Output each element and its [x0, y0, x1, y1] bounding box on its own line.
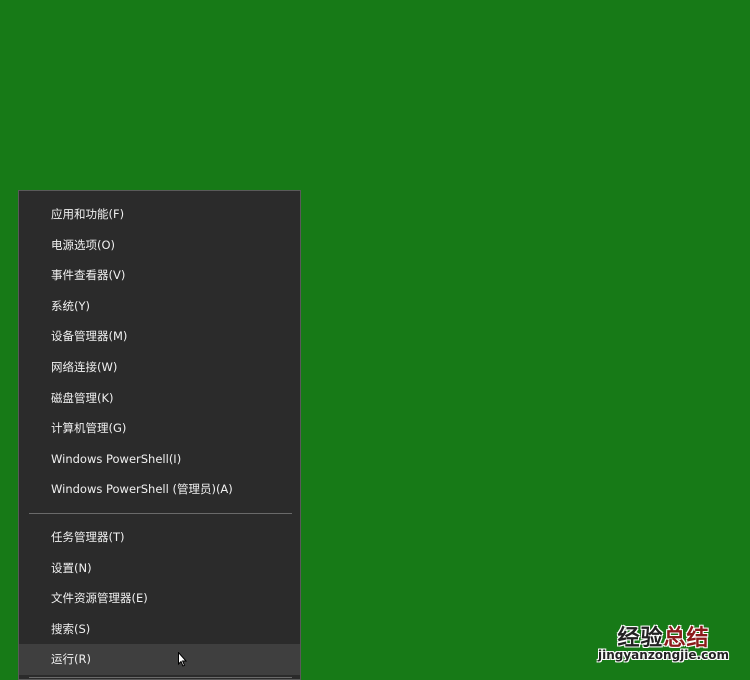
menu-item-settings[interactable]: 设置(N): [19, 553, 300, 584]
mouse-cursor-icon: [178, 652, 188, 667]
menu-item-search[interactable]: 搜索(S): [19, 614, 300, 645]
menu-item-apps-features[interactable]: 应用和功能(F): [19, 199, 300, 230]
menu-item-task-manager[interactable]: 任务管理器(T): [19, 522, 300, 553]
menu-item-file-explorer[interactable]: 文件资源管理器(E): [19, 583, 300, 614]
menu-item-system[interactable]: 系统(Y): [19, 291, 300, 322]
menu-separator: [29, 512, 292, 514]
menu-separator: [29, 676, 292, 678]
menu-item-powershell[interactable]: Windows PowerShell(I): [19, 444, 300, 475]
menu-item-run[interactable]: 运行(R): [19, 644, 300, 675]
menu-item-computer-management[interactable]: 计算机管理(G): [19, 413, 300, 444]
menu-item-power-options[interactable]: 电源选项(O): [19, 230, 300, 261]
watermark-logo: 经验总结 jingyanzongjie.com: [598, 620, 729, 662]
watermark-url: jingyanzongjie.com: [598, 648, 729, 662]
menu-item-network-connections[interactable]: 网络连接(W): [19, 352, 300, 383]
winx-context-menu: 应用和功能(F) 电源选项(O) 事件查看器(V) 系统(Y) 设备管理器(M)…: [18, 190, 301, 680]
menu-item-powershell-admin[interactable]: Windows PowerShell (管理员)(A): [19, 474, 300, 505]
menu-item-disk-management[interactable]: 磁盘管理(K): [19, 383, 300, 414]
menu-item-event-viewer[interactable]: 事件查看器(V): [19, 260, 300, 291]
menu-item-device-manager[interactable]: 设备管理器(M): [19, 321, 300, 352]
